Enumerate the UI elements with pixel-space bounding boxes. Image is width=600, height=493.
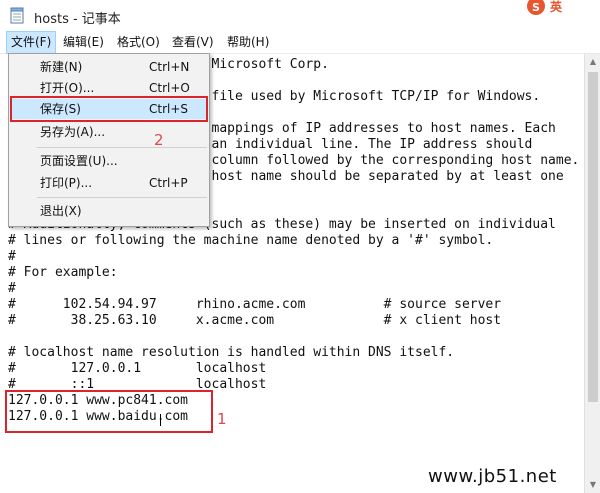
- text-line: # 102.54.94.97 rhino.acme.com # source s…: [8, 297, 502, 312]
- save-highlight-box: [10, 96, 208, 122]
- annotation-number-1: 1: [217, 410, 227, 428]
- menu-help[interactable]: 帮助(H): [223, 32, 273, 53]
- menu-item-open[interactable]: 打开(O)... Ctrl+O: [11, 78, 207, 98]
- text-line: #: [8, 249, 16, 264]
- site-watermark: www.jb51.net: [428, 466, 557, 487]
- sogou-input-logo: S 英: [527, 0, 563, 15]
- file-menu-dropdown: 新建(N) Ctrl+N 打开(O)... Ctrl+O 保存(S) Ctrl+…: [8, 53, 210, 227]
- scroll-down-icon[interactable]: ▼: [585, 477, 600, 493]
- menu-format[interactable]: 格式(O): [113, 32, 164, 53]
- scroll-up-icon[interactable]: ▲: [585, 54, 600, 70]
- logo-text: 英: [550, 0, 563, 14]
- window-title: hosts - 记事本: [34, 12, 121, 27]
- menu-edit[interactable]: 编辑(E): [59, 32, 108, 53]
- hosts-entries-highlight-box: [5, 390, 213, 433]
- menu-item-page-setup[interactable]: 页面设置(U)...: [11, 151, 207, 171]
- scrollbar-thumb[interactable]: [588, 72, 598, 402]
- text-line: # localhost name resolution is handled w…: [8, 345, 455, 360]
- annotation-number-2: 2: [154, 131, 164, 149]
- menu-item-save-as[interactable]: 另存为(A)...: [11, 122, 207, 142]
- title-bar: hosts - 记事本 S 英: [0, 0, 600, 33]
- text-line: # 127.0.0.1 localhost: [8, 361, 267, 376]
- text-line: # 38.25.63.10 x.acme.com # x client host: [8, 313, 502, 328]
- menu-view[interactable]: 查看(V): [168, 32, 218, 53]
- menu-bar: 文件(F) 编辑(E) 格式(O) 查看(V) 帮助(H): [0, 31, 600, 54]
- menu-item-exit[interactable]: 退出(X): [11, 201, 207, 221]
- svg-text:S: S: [532, 1, 540, 14]
- text-line: [8, 329, 579, 345]
- text-line: # For example:: [8, 265, 118, 280]
- menu-separator: [37, 197, 207, 198]
- menu-item-new[interactable]: 新建(N) Ctrl+N: [11, 57, 207, 77]
- menu-file[interactable]: 文件(F): [6, 31, 57, 54]
- menu-separator: [37, 147, 207, 148]
- vertical-scrollbar[interactable]: ▲ ▼: [584, 54, 600, 493]
- text-line: # lines or following the machine name de…: [8, 233, 494, 248]
- menu-item-print[interactable]: 打印(P)... Ctrl+P: [11, 173, 207, 193]
- notepad-icon: [10, 7, 24, 24]
- text-line: #: [8, 281, 16, 296]
